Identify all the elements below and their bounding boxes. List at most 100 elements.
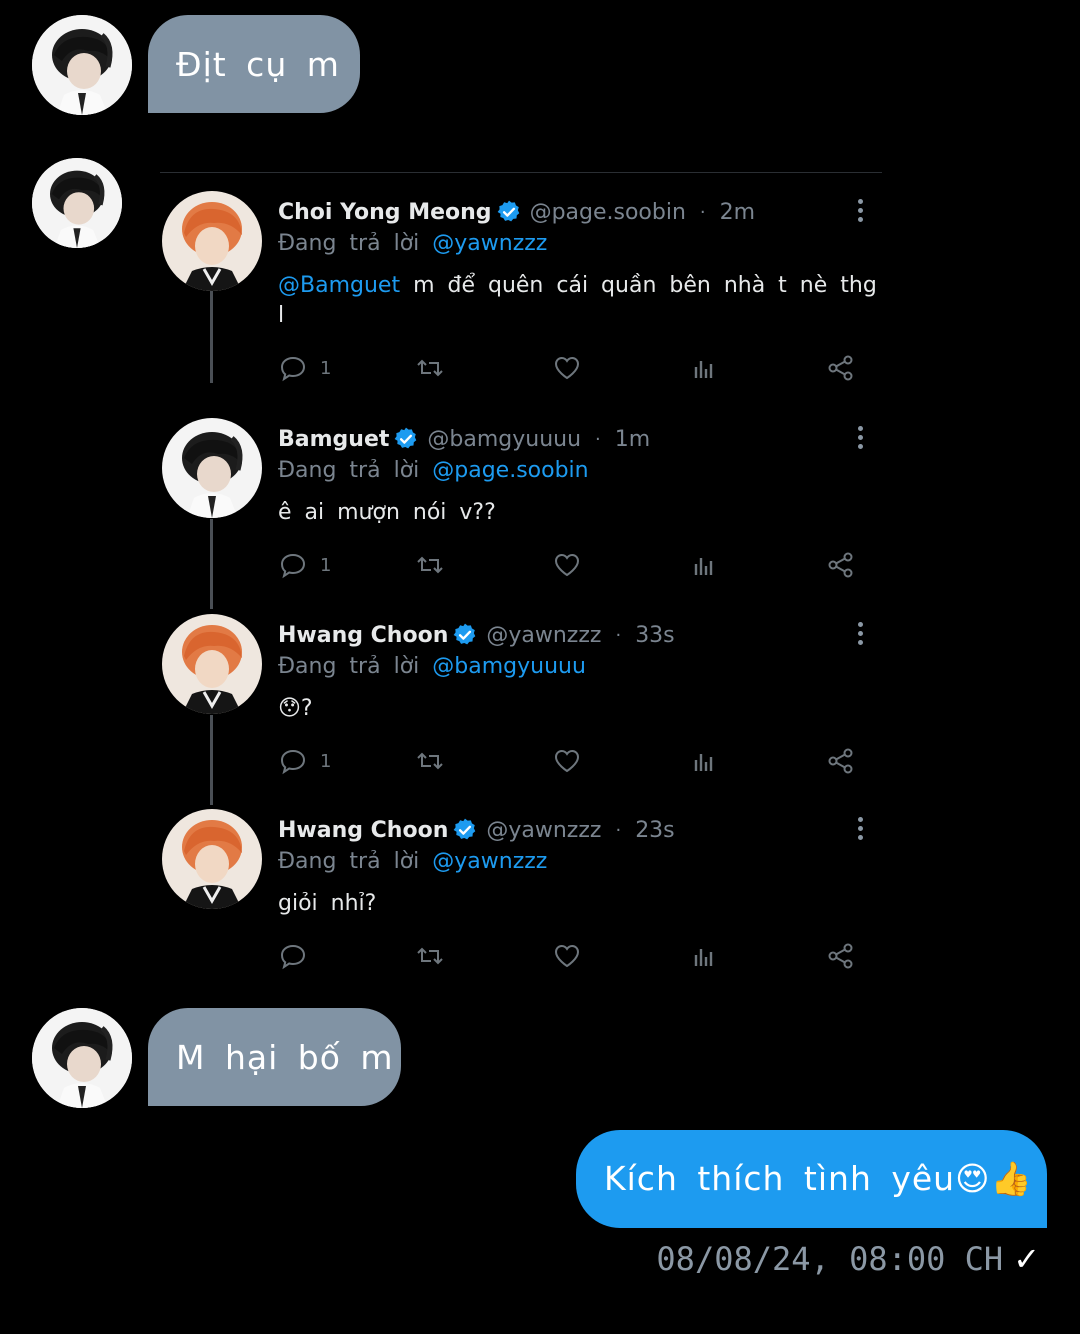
retweet-icon [415,746,445,776]
retweet-button[interactable] [415,744,445,778]
shared-tweet-thread[interactable]: Choi Yong Meong @page.soobin · 2m Đang t… [160,172,882,988]
like-icon [552,550,582,580]
tweet-time: 1m [614,426,651,452]
verified-icon [496,199,522,225]
tweet-author-handle[interactable]: @yawnzzz [486,623,601,648]
sender-avatar[interactable] [32,1008,132,1108]
tweet-avatar[interactable] [162,418,262,518]
separator-dot: · [699,201,706,223]
message-status: 08/08/24, 08:00 CH ✓ [656,1240,1040,1278]
verified-icon [393,426,419,452]
tweet-avatar[interactable] [162,614,262,714]
reply-count: 1 [320,357,332,379]
more-icon[interactable] [858,817,864,844]
sender-avatar[interactable] [32,158,122,248]
tweet-avatar[interactable] [162,809,262,909]
tweet-author-handle[interactable]: @yawnzzz [486,818,601,843]
views-icon [689,941,719,971]
like-icon [552,353,582,383]
tweet-time: 33s [635,622,675,648]
verified-icon [452,817,478,843]
tweet-body: @Bamguet m để quên cái quần bên nhà t nè… [278,271,878,331]
reply-context: Đang trả lời @yawnzzz [278,849,547,874]
tweet-text: 😯? [278,696,313,721]
message-bubble[interactable]: Địt cụ m [148,15,360,113]
tweet[interactable]: Choi Yong Meong @page.soobin · 2m Đang t… [160,191,882,396]
tweet-text: ê ai mượn nói v?? [278,500,496,525]
reply-prefix: Đang trả lời [278,654,420,679]
reply-button[interactable]: 1 [278,351,331,385]
message-text: M hại bố m [176,1037,394,1077]
reply-to-mention[interactable]: @bamgyuuuu [432,654,586,679]
mention-link[interactable]: @Bamguet [278,273,400,298]
tweet-author-handle[interactable]: @page.soobin [530,200,686,225]
retweet-button[interactable] [415,351,445,385]
share-button[interactable] [826,351,856,385]
message-bubble[interactable]: M hại bố m [148,1008,401,1106]
message-timestamp: 08/08/24, 08:00 CH [656,1240,1004,1278]
separator-dot: · [615,624,622,646]
verified-icon [452,622,478,648]
more-icon[interactable] [858,426,864,453]
reply-count: 1 [320,750,332,772]
share-icon [826,941,856,971]
tweet[interactable]: Hwang Choon @yawnzzz · 23s Đang trả lời … [160,809,882,989]
reply-prefix: Đang trả lời [278,849,420,874]
reply-context: Đang trả lời @page.soobin [278,458,589,483]
sender-avatar[interactable] [32,15,132,115]
retweet-button[interactable] [415,548,445,582]
tweet-author-name[interactable]: Bamguet [278,427,389,452]
like-button[interactable] [552,548,582,582]
tweet-actions: 1 [278,351,868,385]
views-button[interactable] [689,548,719,582]
more-icon[interactable] [858,199,864,226]
retweet-icon [415,353,445,383]
more-icon[interactable] [858,622,864,649]
share-icon [826,746,856,776]
reply-context: Đang trả lời @yawnzzz [278,231,547,256]
like-icon [552,941,582,971]
reply-button[interactable] [278,939,308,973]
tweet-author-name[interactable]: Choi Yong Meong [278,200,492,225]
views-button[interactable] [689,939,719,973]
separator-dot: · [595,428,601,450]
reply-icon [278,746,308,776]
views-button[interactable] [689,744,719,778]
reply-prefix: Đang trả lời [278,231,420,256]
share-button[interactable] [826,939,856,973]
reply-prefix: Đang trả lời [278,458,420,483]
message-bubble-outgoing[interactable]: Kích thích tình yêu😍👍 [576,1130,1047,1228]
tweet-time: 23s [635,817,675,843]
tweet-author-name[interactable]: Hwang Choon [278,623,448,648]
reply-to-mention[interactable]: @yawnzzz [432,849,547,874]
like-button[interactable] [552,939,582,973]
tweet-author-name[interactable]: Hwang Choon [278,818,448,843]
reply-button[interactable]: 1 [278,548,331,582]
tweet[interactable]: Hwang Choon @yawnzzz · 33s Đang trả lời … [160,614,882,794]
share-icon [826,353,856,383]
like-icon [552,746,582,776]
like-button[interactable] [552,744,582,778]
share-button[interactable] [826,744,856,778]
like-button[interactable] [552,351,582,385]
tweet-time: 2m [719,199,756,225]
tweet-text: giỏi nhỉ? [278,891,377,916]
reply-to-mention[interactable]: @yawnzzz [432,231,547,256]
reply-to-mention[interactable]: @page.soobin [432,458,588,483]
reply-count: 1 [320,554,332,576]
share-button[interactable] [826,548,856,582]
views-button[interactable] [689,351,719,385]
retweet-icon [415,550,445,580]
tweet[interactable]: Bamguet @bamgyuuuu · 1m Đang trả lời @pa… [160,418,882,598]
reply-button[interactable]: 1 [278,744,331,778]
retweet-button[interactable] [415,939,445,973]
share-icon [826,550,856,580]
reply-context: Đang trả lời @bamgyuuuu [278,654,586,679]
message-text: Kích thích tình yêu😍👍 [604,1159,1033,1198]
views-icon [689,353,719,383]
tweet-actions: 1 [278,744,868,778]
retweet-icon [415,941,445,971]
tweet-author-handle[interactable]: @bamgyuuuu [427,427,581,452]
tweet-avatar[interactable] [162,191,262,291]
message-text: Địt cụ m [176,44,340,84]
